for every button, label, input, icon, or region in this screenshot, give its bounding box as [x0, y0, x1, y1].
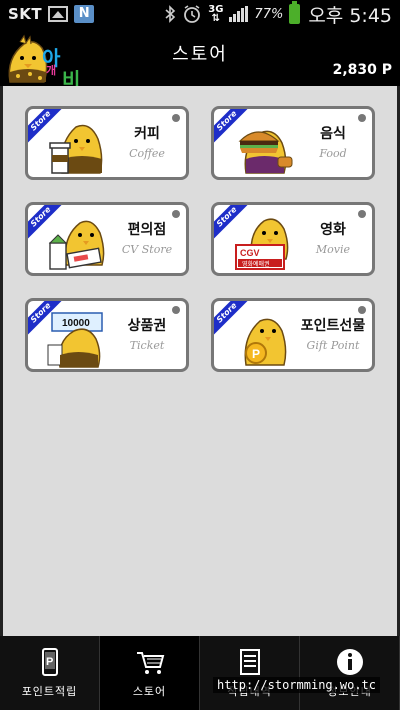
store-card-label: 커피	[134, 126, 160, 142]
signal-strength-icon	[229, 6, 249, 22]
store-card-ticket[interactable]: Store 10000 상품권 Ticket	[25, 298, 189, 372]
indicator-dot	[172, 210, 180, 218]
battery-percent: 77%	[254, 6, 284, 22]
cgv-logo-text: CGV	[240, 248, 260, 258]
store-card-label: 포인트선물	[300, 318, 366, 334]
store-card-label: 상품권	[127, 318, 167, 334]
store-card-sublabel: Movie	[315, 243, 351, 256]
store-card-label: 음식	[320, 126, 346, 142]
svg-text:P: P	[252, 347, 260, 361]
store-card-food[interactable]: Store 음식 Food	[211, 106, 375, 180]
store-card-gift-point[interactable]: Store P 포인트선물 Gift Point	[211, 298, 375, 372]
cart-icon	[136, 652, 164, 674]
bottom-nav: P 포인트적립 스토어 적립내역 정보안내	[0, 636, 400, 710]
gift-ticket-icon: 10000	[47, 312, 103, 368]
indicator-dot	[172, 114, 180, 122]
store-card-sublabel: Coffee	[129, 147, 165, 160]
network-type: 3G ⇅	[208, 4, 224, 24]
gift-point-icon: P	[244, 318, 287, 366]
nav-tab-label: 포인트적립	[21, 685, 78, 698]
store-grid: Store 커피 Coffee Store 음식 Food Store 편의점 …	[0, 86, 400, 636]
list-icon	[239, 649, 260, 675]
naver-notification-icon: N	[74, 5, 95, 23]
indicator-dot	[358, 306, 366, 314]
status-bar: SKT N 3G ⇅ 77% 오후 5:45	[0, 0, 400, 28]
store-card-sublabel: Ticket	[129, 339, 165, 352]
store-card-label: 편의점	[127, 222, 167, 238]
store-card-sublabel: Gift Point	[306, 339, 360, 352]
watermark: http://stormming.wo.tc	[213, 677, 380, 693]
bluetooth-icon	[165, 5, 176, 23]
image-notification-icon	[48, 6, 69, 22]
nav-tab-point-earn[interactable]: P 포인트적립	[0, 636, 100, 710]
phone-icon: P	[41, 648, 58, 676]
store-card-sublabel: Food	[319, 147, 347, 160]
carrier-label: SKT	[8, 5, 43, 23]
ticket-amount-text: 10000	[62, 318, 90, 329]
cgv-icon: CGV 영화예매권	[235, 218, 289, 270]
burger-icon	[238, 130, 293, 174]
nav-tab-store[interactable]: 스토어	[100, 636, 200, 710]
nav-tab-info[interactable]: 정보안내	[300, 636, 400, 710]
cgv-ticket-text: 영화예매권	[242, 260, 270, 268]
indicator-dot	[358, 210, 366, 218]
svg-text:P: P	[46, 656, 53, 668]
store-card-convenience-store[interactable]: Store 편의점 CV Store	[25, 202, 189, 276]
nav-tab-label: 스토어	[132, 685, 167, 698]
convenience-store-icon	[48, 220, 105, 270]
clock: 오후 5:45	[308, 4, 392, 27]
nav-tab-history[interactable]: 적립내역	[200, 636, 300, 710]
store-card-coffee[interactable]: Store 커피 Coffee	[25, 106, 189, 180]
store-card-sublabel: CV Store	[121, 243, 173, 256]
point-balance: 2,830 P	[332, 62, 392, 78]
info-icon	[336, 649, 363, 675]
indicator-dot	[358, 114, 366, 122]
battery-icon	[289, 1, 301, 24]
store-card-movie[interactable]: Store CGV 영화예매권 영화 Movie	[211, 202, 375, 276]
store-card-label: 영화	[320, 222, 346, 238]
network-type-label: 3G	[208, 4, 224, 15]
app-header: 아 개 비 스토어 2,830 P	[0, 28, 400, 92]
coffee-cup-icon	[49, 124, 103, 174]
alarm-icon	[184, 5, 201, 23]
indicator-dot	[172, 306, 180, 314]
